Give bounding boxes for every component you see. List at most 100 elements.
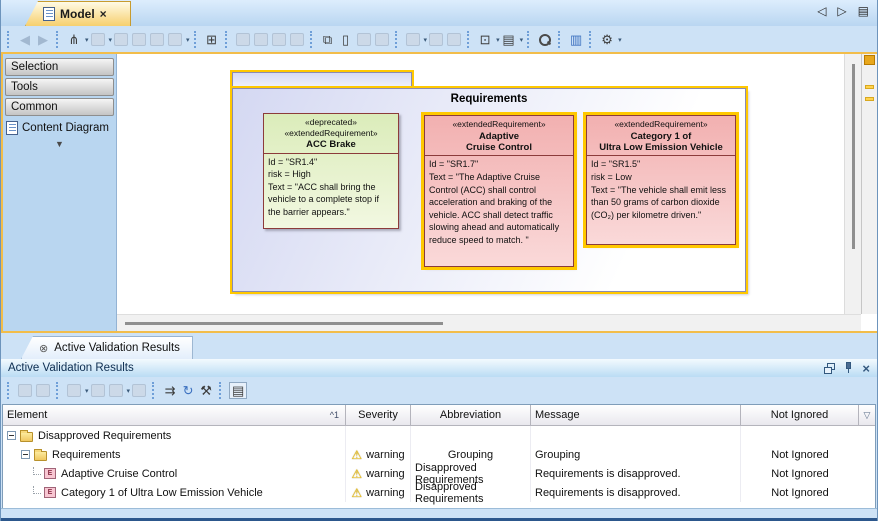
column-header-severity[interactable]: Severity	[346, 405, 411, 425]
ignore-flag-icon[interactable]	[109, 384, 123, 397]
tab-model[interactable]: Model ×	[25, 1, 131, 26]
back-icon[interactable]: ◀	[17, 31, 33, 48]
diagram-toolbar: ◀ ▶ ⋔ ▾ ▾ ▾ ⊞ ⧉ ▯ ▾ ⊡ ▾ ▤ ▾ ▥	[1, 27, 877, 52]
navigate-group-icon[interactable]	[67, 384, 81, 397]
fill-color-icon[interactable]	[406, 33, 420, 46]
pin-icon[interactable]	[844, 362, 853, 374]
tab-active-validation-results[interactable]: ⊗ Active Validation Results	[21, 336, 193, 359]
panel-tab-label: Active Validation Results	[54, 342, 180, 354]
validation-results-table: Element ^1 Severity Abbreviation Message…	[2, 404, 876, 510]
tab-model-label: Model	[60, 7, 95, 21]
show-frame-icon[interactable]	[290, 33, 304, 46]
expander-icon[interactable]	[7, 431, 16, 440]
table-row[interactable]: E Category 1 of Ultra Low Emission Vehic…	[3, 483, 875, 502]
line-style-rectilinear-icon[interactable]	[114, 33, 128, 46]
warning-marker-icon[interactable]	[865, 97, 874, 101]
tab-close-icon[interactable]: ×	[100, 7, 107, 21]
requirement-acc-brake[interactable]: «deprecated» «extendedRequirement» ACC B…	[263, 113, 399, 229]
requirement-adaptive-cruise-control[interactable]: «extendedRequirement» Adaptive Cruise Co…	[424, 115, 574, 267]
diagram-canvas[interactable]: Requirements «deprecated» «extendedRequi…	[117, 54, 877, 331]
chevron-down-icon[interactable]: ▾	[520, 36, 524, 44]
requirement-icon: E	[44, 487, 56, 498]
table-header-row: Element ^1 Severity Abbreviation Message…	[3, 405, 875, 426]
column-header-not-ignored[interactable]: Not Ignored	[741, 405, 859, 425]
close-icon[interactable]: ×	[862, 362, 870, 375]
sidebar-item-content-diagram[interactable]: Content Diagram	[6, 121, 114, 135]
chevron-down-icon: ▾	[127, 387, 131, 395]
severity-label: warning	[366, 449, 405, 461]
vertical-scrollbar[interactable]	[844, 54, 861, 314]
chevron-down-icon: ▾	[424, 36, 428, 44]
package-tab-shape[interactable]	[232, 72, 412, 87]
select-in-tree-icon[interactable]	[18, 384, 32, 397]
line-style-oblique-icon[interactable]	[132, 33, 146, 46]
expander-icon[interactable]	[21, 450, 30, 459]
delete-icon[interactable]	[357, 33, 371, 46]
chevron-down-icon[interactable]: ▾	[496, 36, 500, 44]
delete-from-diagram-icon[interactable]	[375, 33, 389, 46]
warning-icon: ⚠	[351, 468, 362, 480]
sidebar-item-common[interactable]: Common	[5, 98, 114, 116]
select-in-diagram-icon[interactable]	[36, 384, 50, 397]
refresh-icon[interactable]: ↻	[180, 382, 196, 399]
show-containment-icon[interactable]: ⊞	[204, 31, 220, 48]
toolbar-grip	[56, 31, 60, 48]
element-label: Category 1 of Ultra Low Emission Vehicle	[61, 487, 263, 499]
marker-top-icon[interactable]	[864, 55, 875, 65]
column-header-message[interactable]: Message	[531, 405, 741, 425]
change-flow-direction-icon[interactable]	[168, 33, 182, 46]
validate-icon[interactable]: ▥	[568, 31, 584, 48]
solve-icon[interactable]	[91, 384, 105, 397]
severity-label: warning	[366, 487, 405, 499]
refactor-icon[interactable]	[236, 33, 250, 46]
edit-compartments-icon[interactable]	[254, 33, 268, 46]
forward-icon[interactable]: ▶	[35, 31, 51, 48]
diagram-doc-icon	[43, 7, 55, 21]
validation-marker-stripe	[861, 54, 877, 314]
copy-icon[interactable]: ⧉	[320, 31, 336, 48]
diagram-window: Selection Tools Common Content Diagram ▼…	[1, 52, 878, 333]
panel-tab-bar: ⊗ Active Validation Results	[1, 333, 877, 359]
abort-icon[interactable]	[132, 384, 146, 397]
column-header-element[interactable]: Element ^1	[3, 405, 346, 425]
hierarchy-icon[interactable]: ⋔	[66, 31, 82, 48]
next-tab-icon[interactable]: ▷	[837, 5, 846, 17]
gear-icon[interactable]: ⚙	[599, 31, 615, 48]
requirement-properties: Id = "SR1.4" risk = High Text = "ACC sha…	[264, 154, 398, 221]
paste-icon[interactable]: ▯	[338, 31, 354, 48]
chevron-down-icon[interactable]: ▾	[85, 36, 89, 44]
legend-icon[interactable]: ▤	[501, 31, 517, 48]
validation-options-icon[interactable]: ⚒	[198, 382, 214, 399]
warning-marker-icon[interactable]	[865, 85, 874, 89]
reset-style-icon[interactable]	[447, 33, 461, 46]
filter-icon[interactable]: ▽	[859, 405, 875, 425]
restore-window-icon[interactable]	[824, 363, 835, 374]
column-header-abbreviation[interactable]: Abbreviation	[411, 405, 531, 425]
stereotype-label: «extendedRequirement»	[589, 119, 733, 130]
chevron-down-icon[interactable]: ▾	[618, 36, 622, 44]
tab-list-icon[interactable]: ▤	[858, 5, 869, 17]
chevron-down-icon: ▾	[85, 387, 89, 395]
toolbar-grip	[467, 31, 471, 48]
prev-tab-icon[interactable]: ◁	[817, 5, 826, 17]
expand-results-icon[interactable]: ⇉	[162, 382, 178, 399]
generate-report-icon[interactable]: ▤	[229, 382, 247, 399]
line-style-bezier-icon[interactable]	[150, 33, 164, 46]
horizontal-scrollbar[interactable]	[117, 314, 861, 331]
add-related-elements-icon[interactable]	[91, 33, 105, 46]
sidebar-item-tools[interactable]: Tools	[5, 78, 114, 96]
requirement-name: Category 1 of Ultra Low Emission Vehicle	[589, 131, 733, 154]
vertical-scrollbar-thumb[interactable]	[852, 64, 855, 249]
toolbar-grip	[225, 31, 229, 48]
requirement-category-1-ulev[interactable]: «extendedRequirement» Category 1 of Ultr…	[586, 115, 736, 245]
bring-to-front-icon[interactable]	[429, 33, 443, 46]
palette-collapse-arrow-icon[interactable]: ▼	[3, 139, 116, 149]
horizontal-scrollbar-thumb[interactable]	[125, 322, 443, 325]
search-icon[interactable]	[538, 33, 552, 47]
toolbar-grip	[395, 31, 399, 48]
table-row[interactable]: Disapproved Requirements	[3, 426, 875, 445]
show-image-icon[interactable]	[272, 33, 286, 46]
requirement-properties: Id = "SR1.5" risk = Low Text = "The vehi…	[587, 156, 735, 223]
sidebar-item-selection[interactable]: Selection	[5, 58, 114, 76]
window-layout-icon[interactable]: ⊡	[477, 31, 493, 48]
